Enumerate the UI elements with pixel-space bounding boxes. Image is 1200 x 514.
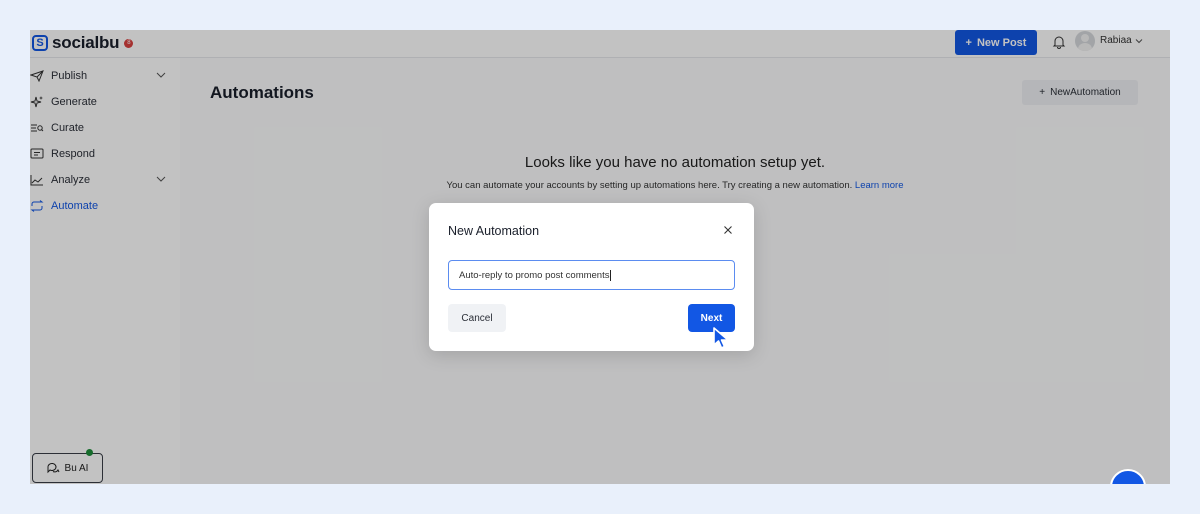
automation-name-input[interactable]: Auto-reply to promo post comments xyxy=(448,260,735,290)
cancel-button[interactable]: Cancel xyxy=(448,304,506,332)
text-caret xyxy=(610,269,612,281)
close-icon[interactable] xyxy=(722,224,734,236)
app-window: S socialbu 8 + New Post Rabiaa Publish G… xyxy=(30,30,1170,484)
modal-title: New Automation xyxy=(448,224,540,238)
automation-name-value: Auto-reply to promo post comments xyxy=(459,269,610,281)
mouse-pointer-icon xyxy=(713,327,729,349)
new-automation-modal: New Automation Auto-reply to promo post … xyxy=(429,203,754,351)
